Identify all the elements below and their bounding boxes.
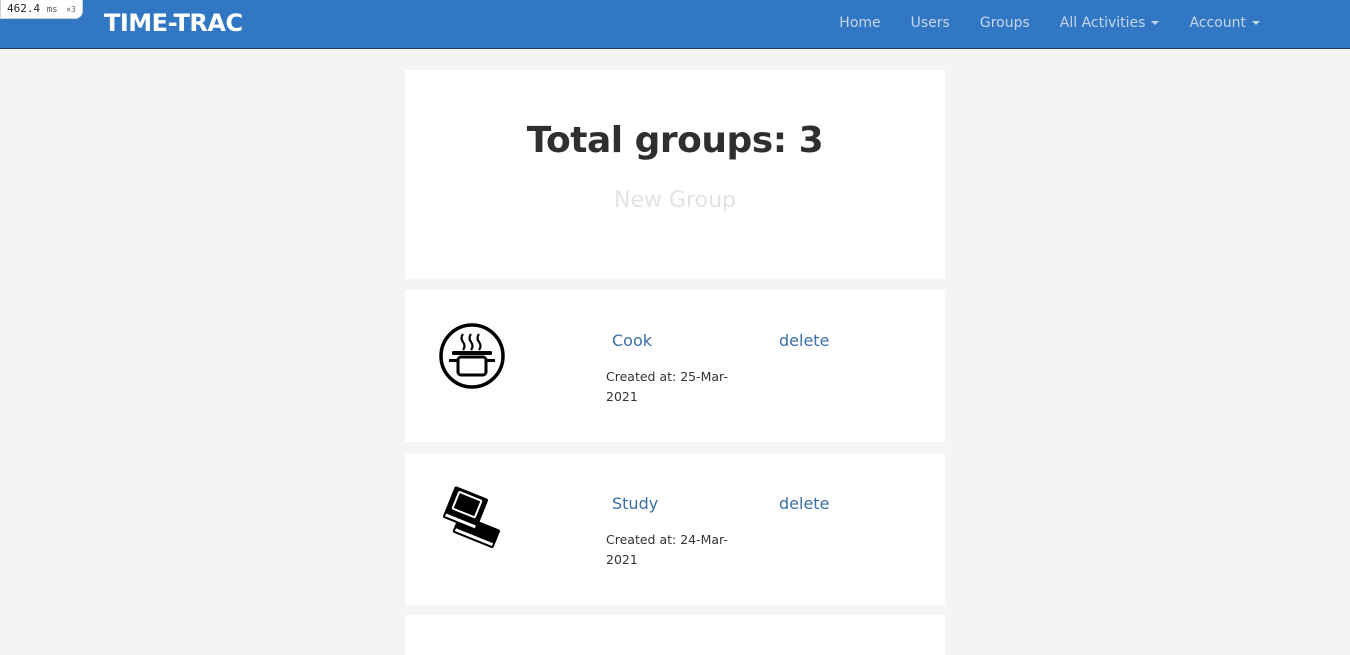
group-created-date: Created at: 25-Mar-2021 — [606, 369, 728, 404]
cooking-pot-icon — [439, 323, 505, 389]
caret-down-icon — [1252, 21, 1260, 25]
delete-group-link[interactable]: delete — [779, 331, 829, 350]
group-name-link[interactable]: Cook — [612, 331, 652, 350]
timing-badge: 462.4 ms ×3 — [0, 0, 83, 19]
group-card-partial — [405, 615, 945, 655]
delete-group-link[interactable]: delete — [779, 494, 829, 513]
new-group-link[interactable]: New Group — [405, 188, 945, 213]
timing-unit: ms — [46, 5, 58, 15]
group-card: Study Created at: 24-Mar-2021 delete — [405, 453, 945, 605]
group-name-link[interactable]: Study — [612, 494, 658, 513]
nav-all-activities-dropdown[interactable]: All Activities — [1060, 15, 1160, 31]
nav-links: Home Users Groups All Activities Account — [839, 15, 1260, 31]
group-created-date: Created at: 24-Mar-2021 — [606, 532, 728, 567]
nav-users[interactable]: Users — [911, 15, 950, 31]
timing-value: 462.4 — [7, 2, 41, 15]
group-card: Cook Created at: 25-Mar-2021 delete — [405, 290, 945, 442]
nav-groups[interactable]: Groups — [980, 15, 1030, 31]
caret-down-icon — [1151, 21, 1160, 25]
nav-account-dropdown[interactable]: Account — [1189, 15, 1260, 31]
nav-all-activities-label: All Activities — [1059, 15, 1146, 31]
nav-account-label: Account — [1189, 15, 1246, 31]
nav-home[interactable]: Home — [839, 15, 880, 31]
timing-multiplier: ×3 — [66, 5, 76, 14]
groups-summary-card: Total groups: 3 New Group — [405, 70, 945, 279]
top-navbar: TIME-TRAC Home Users Groups All Activiti… — [0, 0, 1350, 49]
brand-logo[interactable]: TIME-TRAC — [104, 9, 243, 37]
total-groups-heading: Total groups: 3 — [526, 120, 824, 161]
books-icon — [443, 486, 500, 549]
